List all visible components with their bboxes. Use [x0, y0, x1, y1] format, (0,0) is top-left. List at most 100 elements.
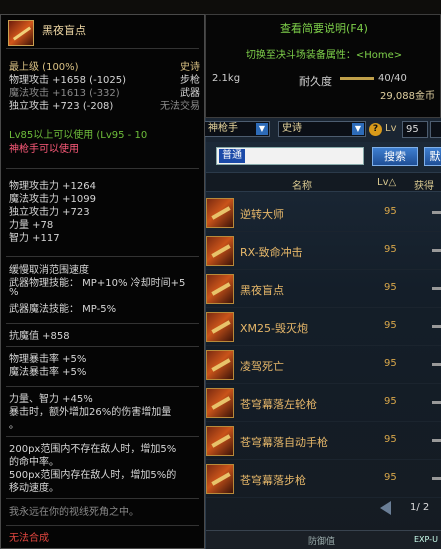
crit-line: 魔法暴击率 +5%	[9, 367, 87, 378]
item-level: 95	[384, 244, 397, 255]
weight-value: 2.1kg	[212, 73, 241, 84]
item-name: 苍穹幕落步枪	[240, 474, 306, 487]
table-row[interactable]: 凌驾死亡 95	[206, 347, 441, 384]
tooltip-header: 黑夜盲点	[1, 15, 204, 46]
page-indicator: 1/ 2	[410, 502, 430, 513]
divider	[6, 498, 199, 499]
prev-page-icon[interactable]	[380, 501, 391, 515]
class-requirement: 神枪手可以使用	[9, 144, 79, 155]
rarity-filter-value: 史诗	[282, 123, 302, 134]
rifle-icon	[206, 236, 234, 266]
column-name[interactable]: 名称	[292, 177, 312, 192]
level-requirement: Lv85以上可以使用 (Lv95 - 10	[9, 130, 148, 141]
item-table-header: 名称 Lv△ 获得	[206, 172, 441, 192]
anti-magic-value: 抗魔值 +858	[9, 331, 70, 342]
exp-label: EXP-U	[414, 535, 438, 544]
item-name: RX-致命冲击	[240, 246, 303, 259]
durability-label: 耐久度	[299, 75, 332, 88]
search-button[interactable]: 搜索	[372, 147, 418, 166]
row-marker	[432, 325, 441, 328]
class-filter-select[interactable]: 神枪手 ▼	[204, 121, 270, 137]
search-input-text: 普通	[219, 149, 245, 163]
row-marker	[432, 401, 441, 404]
status-bar: 防御值 EXP-U	[206, 530, 441, 549]
level-input[interactable]: 95	[402, 121, 428, 138]
rifle-icon	[206, 464, 234, 494]
table-row[interactable]: 苍穹幕落自动手枪 95	[206, 423, 441, 460]
stat-line: 智力 +117	[9, 233, 60, 244]
item-level: 95	[384, 358, 397, 369]
item-name: 凌驾死亡	[240, 360, 284, 373]
durability-value: 40/40	[378, 73, 407, 84]
item-level: 95	[384, 396, 397, 407]
item-name: 黑夜盲点	[240, 284, 284, 297]
divider	[6, 256, 199, 257]
auction-filter-bar: 神枪手 ▼ 史诗 ▼ ? Lv 95	[204, 118, 441, 142]
row-marker	[432, 211, 441, 214]
rifle-icon	[8, 20, 34, 46]
rifle-icon	[206, 312, 234, 342]
divider	[6, 436, 199, 437]
chevron-down-icon[interactable]: ▼	[352, 123, 364, 135]
divider	[6, 48, 199, 49]
info-line-right: 无法交易	[160, 101, 200, 112]
buy-button[interactable]: 默	[424, 147, 441, 166]
item-tooltip: 黑夜盲点 最上级 (100%) 史诗 物理攻击 +1658 (-1025) 步枪 魔法攻…	[0, 14, 205, 549]
skill-line: %	[9, 287, 19, 298]
row-marker	[432, 287, 441, 290]
table-row[interactable]: RX-致命冲击 95	[206, 233, 441, 270]
class-filter-value: 神枪手	[208, 123, 238, 134]
durability-bar	[340, 77, 374, 80]
divider	[6, 168, 199, 169]
skill-line: 武器物理技能： MP+10% 冷却时间+5	[9, 278, 186, 289]
item-name: 苍穹幕落自动手枪	[240, 436, 328, 449]
skill-line: 武器魔法技能： MP-5%	[9, 304, 117, 315]
bonus-line: 暴击时，额外增加26%的伤害增加量	[9, 407, 172, 418]
view-summary-link[interactable]: 查看简要说明(F4)	[206, 20, 441, 36]
divider	[6, 386, 199, 387]
item-level: 95	[384, 320, 397, 331]
table-row[interactable]: 黑夜盲点 95	[206, 271, 441, 308]
search-input[interactable]: 普通	[216, 147, 364, 165]
rifle-icon	[206, 388, 234, 418]
item-summary-panel: 查看简要说明(F4) 切换至决斗场装备属性：<Home> 2.1kg 耐久度 4…	[205, 14, 441, 118]
bonus-line: 。	[9, 420, 19, 431]
rarity-filter-select[interactable]: 史诗 ▼	[278, 121, 366, 137]
rifle-icon	[206, 350, 234, 380]
column-obtain[interactable]: 获得	[414, 177, 434, 192]
level-label: Lv	[385, 123, 397, 134]
row-marker	[432, 363, 441, 366]
table-row[interactable]: 逆转大师 95	[206, 195, 441, 232]
divider	[6, 525, 199, 526]
item-name: 逆转大师	[240, 208, 284, 221]
table-row[interactable]: XM25-毁灭炮 95	[206, 309, 441, 346]
rifle-icon	[206, 426, 234, 456]
item-name: 黑夜盲点	[42, 24, 86, 37]
item-name: XM25-毁灭炮	[240, 322, 308, 335]
item-level: 95	[384, 434, 397, 445]
row-marker	[432, 477, 441, 480]
table-row[interactable]: 苍穹幕落步枪 95	[206, 461, 441, 498]
table-row[interactable]: 苍穹幕落左轮枪 95	[206, 385, 441, 422]
info-line: 独立攻击 +723 (-208)	[9, 101, 114, 112]
question-icon[interactable]: ?	[369, 123, 382, 136]
aura-line: 移动速度。	[9, 483, 59, 494]
price-value: 29,088金币	[380, 91, 435, 102]
auction-window: 神枪手 ▼ 史诗 ▼ ? Lv 95 普通 搜索 默 名称 Lv△ 获得 逆转大…	[204, 118, 441, 549]
divider	[6, 346, 199, 347]
chevron-down-icon[interactable]: ▼	[256, 123, 268, 135]
search-bar: 普通 搜索 默	[206, 144, 441, 168]
cannot-combine-text: 无法合成	[9, 533, 49, 544]
item-level: 95	[384, 472, 397, 483]
rifle-icon	[206, 274, 234, 304]
item-level: 95	[384, 206, 397, 217]
item-level: 95	[384, 282, 397, 293]
level-input-max[interactable]	[430, 121, 441, 138]
switch-pvp-link[interactable]: 切换至决斗场装备属性：<Home>	[206, 46, 441, 61]
row-marker	[432, 249, 441, 252]
rifle-icon	[206, 198, 234, 228]
item-name: 苍穹幕落左轮枪	[240, 398, 317, 411]
pager: 1/ 2	[376, 500, 441, 518]
column-level[interactable]: Lv△	[377, 177, 396, 188]
divider	[6, 323, 199, 324]
